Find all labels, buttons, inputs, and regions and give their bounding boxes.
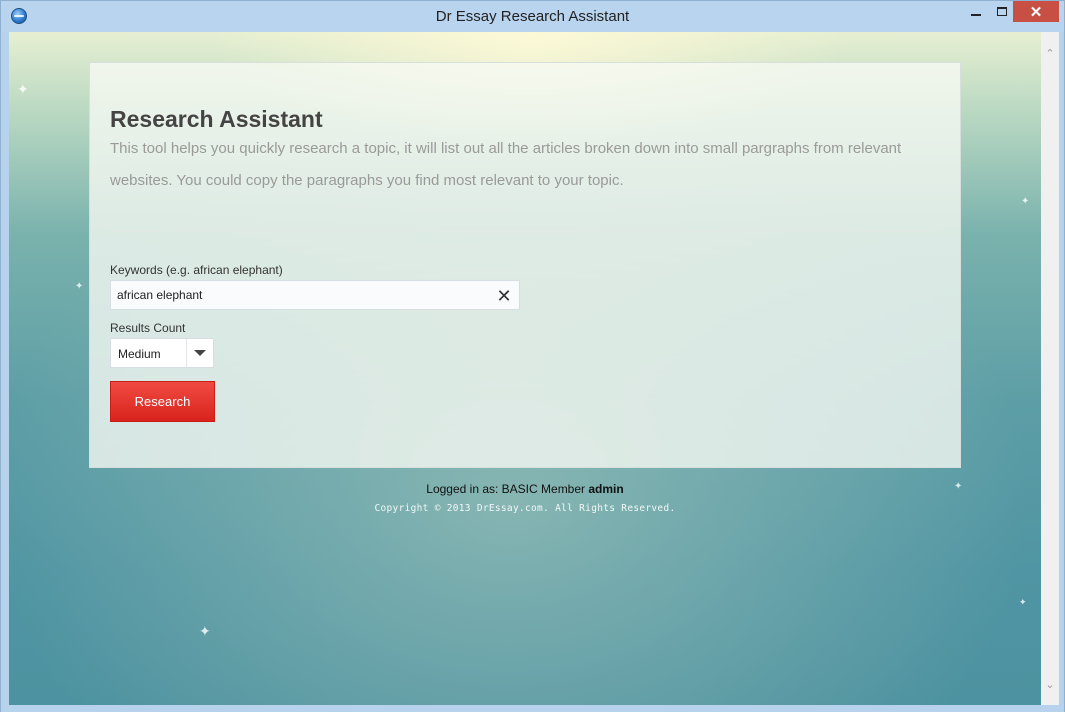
results-count-value: Medium (118, 347, 161, 361)
keywords-input[interactable] (110, 280, 520, 310)
window-title: Dr Essay Research Assistant (435, 8, 630, 25)
dropdown-toggle[interactable] (186, 339, 213, 367)
results-count-select[interactable]: Medium (110, 338, 214, 368)
client-area: ✦ ✦ ✦ ✦ ✦ ✦ Research Assistant This tool… (9, 32, 1041, 705)
page-description: This tool helps you quickly research a t… (110, 140, 902, 189)
window-bottom-border (1, 705, 1064, 712)
clear-input-icon[interactable]: ✕ (495, 286, 513, 306)
sparkle-decoration: ✦ (1021, 196, 1030, 207)
sparkle-decoration: ✦ (199, 623, 211, 639)
vertical-scrollbar[interactable]: ⌃ ⌄ (1041, 32, 1059, 705)
close-button[interactable]: ✕ (1013, 1, 1059, 22)
chevron-down-icon (194, 350, 206, 356)
research-button[interactable]: Research (110, 381, 215, 422)
close-icon: ✕ (1029, 3, 1043, 21)
divider (110, 230, 940, 231)
maximize-button[interactable] (988, 1, 1015, 22)
research-panel: Research Assistant This tool helps you q… (89, 62, 961, 468)
minimize-icon (970, 13, 981, 16)
sparkle-decoration: ✦ (17, 81, 29, 97)
login-status-prefix: Logged in as: BASIC Member (426, 482, 586, 496)
maximize-icon (996, 7, 1007, 16)
results-count-label: Results Count (110, 321, 186, 335)
username: admin (588, 482, 624, 496)
minimize-button[interactable] (962, 1, 989, 22)
sparkle-decoration: ✦ (1019, 597, 1027, 607)
scroll-down-icon[interactable]: ⌄ (1041, 675, 1059, 693)
copyright-notice: Copyright © 2013 DrEssay.com. All Rights… (374, 503, 676, 514)
scroll-up-icon[interactable]: ⌃ (1041, 44, 1059, 62)
app-window: Dr Essay Research Assistant ✕ ✦ ✦ ✦ ✦ ✦ … (0, 0, 1065, 712)
page-title: Research Assistant (110, 106, 323, 132)
title-bar[interactable]: Dr Essay Research Assistant ✕ (1, 1, 1064, 32)
keywords-label: Keywords (e.g. african elephant) (110, 263, 283, 277)
sparkle-decoration: ✦ (75, 281, 84, 292)
login-status: Logged in as: BASIC Member admin (9, 482, 1041, 496)
